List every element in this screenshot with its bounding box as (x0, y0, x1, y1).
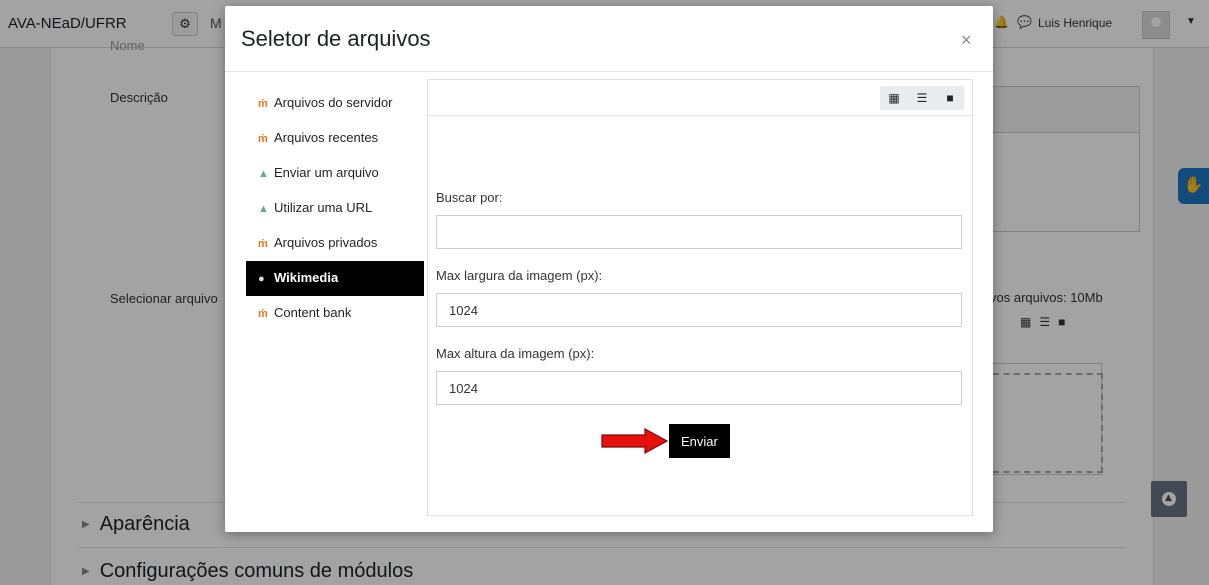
repo-item-wikimedia[interactable]: ● Wikimedia (246, 261, 424, 296)
repository-list: ṁ Arquivos do servidor ṁ Arquivos recentes… (246, 86, 424, 331)
repo-label: Enviar um arquivo (274, 165, 379, 180)
moodle-icon: ṁ (258, 133, 268, 145)
wikimedia-icon: ● (258, 273, 265, 285)
modal-title: Seletor de arquivos (241, 26, 431, 51)
search-label: Buscar por: (436, 190, 503, 205)
modal-header: Seletor de arquivos × (225, 6, 993, 72)
repo-label: Arquivos do servidor (274, 95, 393, 110)
repo-label: Arquivos recentes (274, 130, 379, 145)
content-toolbar: ▦ ☰ ■ (428, 80, 972, 116)
moodle-icon: ṁ (258, 308, 268, 320)
max-height-input[interactable] (436, 371, 962, 405)
file-picker-modal: Seletor de arquivos × ṁ Arquivos do servi… (225, 6, 993, 532)
pointer-arrow-icon (601, 428, 669, 454)
max-height-label: Max altura da imagem (px): (436, 346, 595, 361)
repo-item-server-files[interactable]: ṁ Arquivos do servidor (246, 86, 424, 121)
repo-label: Content bank (274, 305, 352, 320)
url-icon: ▲ (258, 203, 269, 215)
view-switcher: ▦ ☰ ■ (880, 86, 964, 110)
search-input[interactable] (436, 215, 962, 249)
repo-item-upload-file[interactable]: ▲ Enviar um arquivo (246, 156, 424, 191)
moodle-icon: ṁ (258, 98, 268, 110)
repo-item-private-files[interactable]: ṁ Arquivos privados (246, 226, 424, 261)
chevron-up-icon: ▲ (1165, 493, 1172, 503)
max-width-input[interactable] (436, 293, 962, 327)
max-width-label: Max largura da imagem (px): (436, 268, 603, 283)
grid-icon[interactable]: ▦ (880, 86, 908, 110)
repo-label: Utilizar uma URL (274, 200, 373, 215)
repo-item-content-bank[interactable]: ṁ Content bank (246, 296, 424, 331)
submit-row: Enviar (436, 424, 964, 460)
upload-icon: ▲ (258, 168, 269, 180)
submit-button[interactable]: Enviar (669, 424, 730, 458)
repo-item-url[interactable]: ▲ Utilizar uma URL (246, 191, 424, 226)
repository-content-panel: ▦ ☰ ■ Buscar por: Max largura da imagem … (427, 79, 973, 516)
repo-item-recent-files[interactable]: ṁ Arquivos recentes (246, 121, 424, 156)
repo-label: Wikimedia (274, 270, 339, 285)
moodle-icon: ṁ (258, 238, 268, 250)
close-icon[interactable]: × (961, 30, 972, 51)
list-icon[interactable]: ☰ (908, 86, 936, 110)
repo-label: Arquivos privados (274, 235, 378, 250)
wikimedia-search-form: Buscar por: Max largura da imagem (px): … (436, 190, 964, 460)
folder-icon[interactable]: ■ (936, 86, 964, 110)
